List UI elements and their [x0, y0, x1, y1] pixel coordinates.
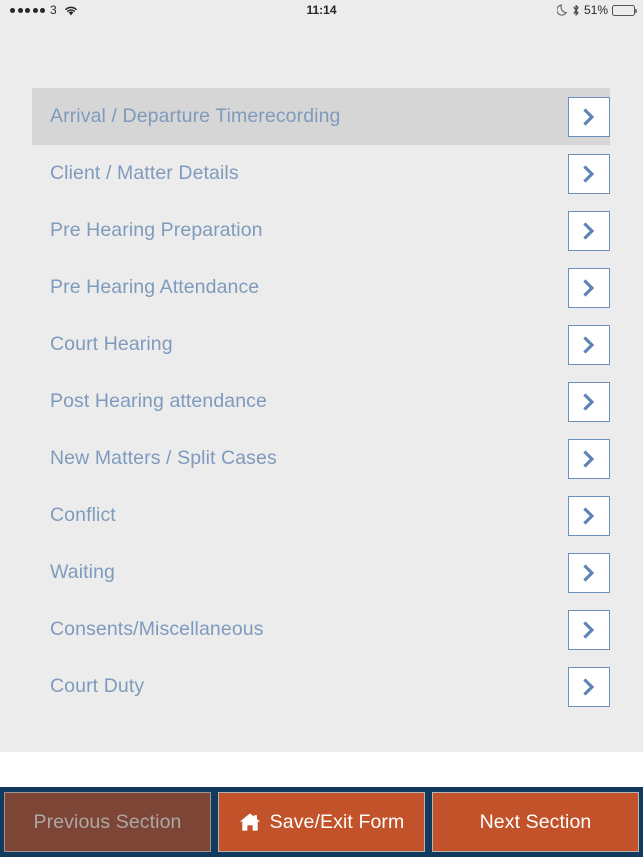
next-section-label: Next Section [479, 810, 592, 833]
bluetooth-icon [572, 4, 580, 17]
section-row-label: Client / Matter Details [50, 162, 239, 184]
section-row[interactable]: Arrival / Departure Timerecording [0, 88, 643, 145]
chevron-right-icon[interactable] [568, 609, 610, 650]
section-row-label: Post Hearing attendance [50, 390, 267, 412]
status-bar-right: 51% [556, 3, 637, 17]
section-row[interactable]: Client / Matter Details [0, 145, 643, 202]
section-list: Arrival / Departure Timerecording Client … [0, 88, 643, 715]
section-row[interactable]: Post Hearing attendance [0, 373, 643, 430]
chevron-right-icon[interactable] [568, 96, 610, 137]
section-row[interactable]: Court Duty [0, 658, 643, 715]
section-row[interactable]: Conflict [0, 487, 643, 544]
content-panel: Arrival / Departure Timerecording Client … [0, 20, 643, 752]
previous-section-button[interactable]: Previous Section [4, 792, 211, 852]
section-row-label: Consents/Miscellaneous [50, 618, 264, 640]
chevron-right-icon[interactable] [568, 666, 610, 707]
section-row[interactable]: New Matters / Split Cases [0, 430, 643, 487]
chevron-right-icon[interactable] [568, 210, 610, 251]
chevron-right-icon[interactable] [568, 267, 610, 308]
section-row-label: Pre Hearing Preparation [50, 219, 263, 241]
bottom-toolbar: Previous Section Save/Exit Form Next Sec… [0, 787, 643, 857]
section-row[interactable]: Pre Hearing Attendance [0, 259, 643, 316]
app-screen: 3 11:14 51% Arrival / Departure Timereco… [0, 0, 643, 857]
section-row[interactable]: Waiting [0, 544, 643, 601]
section-row[interactable]: Pre Hearing Preparation [0, 202, 643, 259]
section-row-label: Pre Hearing Attendance [50, 276, 260, 298]
battery-percent-label: 51% [583, 3, 608, 17]
section-row-label: Court Duty [50, 675, 145, 697]
chevron-right-icon[interactable] [568, 495, 610, 536]
battery-icon [612, 4, 637, 16]
section-row-label: Waiting [50, 561, 115, 583]
previous-section-label: Previous Section [33, 810, 182, 833]
status-bar: 3 11:14 51% [0, 0, 643, 20]
section-row-label: Arrival / Departure Timerecording [50, 105, 341, 127]
next-section-button[interactable]: Next Section [432, 792, 639, 852]
chevron-right-icon[interactable] [568, 552, 610, 593]
home-icon [239, 812, 261, 832]
section-row-label: Court Hearing [50, 333, 173, 355]
section-row[interactable]: Court Hearing [0, 316, 643, 373]
status-bar-clock: 11:14 [306, 3, 337, 17]
save-exit-form-label: Save/Exit Form [269, 810, 405, 833]
section-row[interactable]: Consents/Miscellaneous [0, 601, 643, 658]
moon-icon [556, 4, 568, 16]
save-exit-form-button[interactable]: Save/Exit Form [218, 792, 425, 852]
section-row-label: Conflict [50, 504, 116, 526]
chevron-right-icon[interactable] [568, 438, 610, 479]
section-row-label: New Matters / Split Cases [50, 447, 277, 469]
chevron-right-icon[interactable] [568, 153, 610, 194]
chevron-right-icon[interactable] [568, 324, 610, 365]
chevron-right-icon[interactable] [568, 381, 610, 422]
